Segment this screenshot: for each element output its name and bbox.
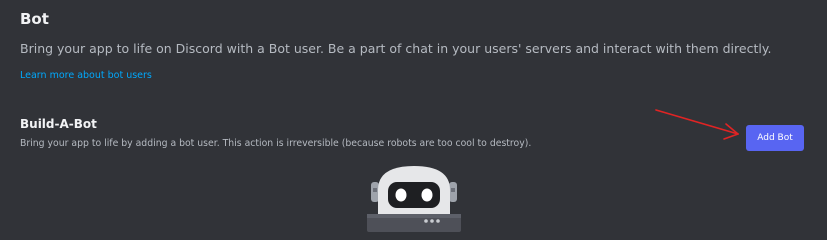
robot-illustration [367,166,461,232]
build-a-bot-title: Build-A-Bot [20,117,97,131]
add-bot-button[interactable]: Add Bot [746,125,804,151]
page-subtitle: Bring your app to life on Discord with a… [20,41,772,56]
bot-settings-page: Bot Bring your app to life on Discord wi… [0,0,827,240]
learn-more-link[interactable]: Learn more about bot users [20,69,152,83]
red-arrow-icon [655,109,739,140]
robot-right-eye [421,188,433,202]
build-a-bot-description: Bring your app to life by adding a bot u… [20,138,532,149]
page-title: Bot [20,10,49,28]
robot-left-eye [395,188,407,202]
